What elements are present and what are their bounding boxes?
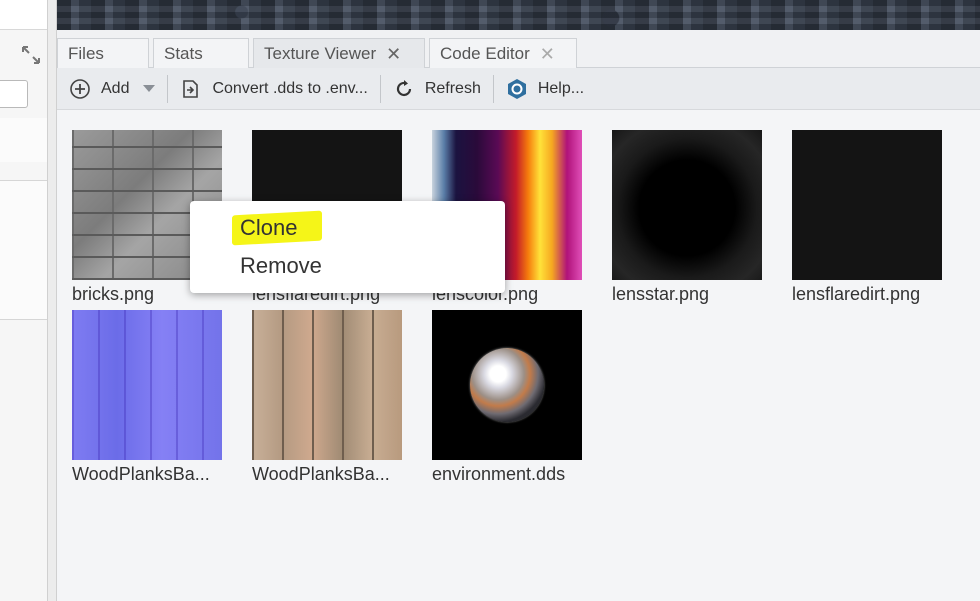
close-icon[interactable]: ✕ — [386, 45, 401, 63]
left-panel-section — [0, 180, 47, 320]
tab-label: Code Editor — [440, 43, 530, 63]
texture-tile[interactable]: lensstar.png — [612, 130, 772, 305]
app-window: Files Stats Texture Viewer ✕ Code Editor… — [0, 0, 980, 601]
menu-item-clone[interactable]: Clone — [190, 209, 505, 247]
context-menu: Clone Remove — [190, 201, 505, 293]
texture-name: lensstar.png — [612, 284, 710, 304]
panel-splitter[interactable] — [48, 0, 57, 601]
refresh-button[interactable]: Refresh — [381, 68, 493, 110]
toolbar: Add Convert .dds to .env... Refresh Help… — [57, 68, 980, 110]
plus-circle-icon — [70, 78, 90, 99]
environment-sphere — [470, 348, 544, 422]
add-label: Add — [101, 79, 130, 97]
refresh-label: Refresh — [424, 79, 481, 97]
texture-thumbnail[interactable] — [432, 310, 582, 460]
texture-thumbnail[interactable] — [792, 130, 942, 280]
left-panel-input[interactable] — [0, 80, 28, 108]
add-button[interactable]: Add — [57, 68, 167, 110]
texture-tile[interactable]: WoodPlanksBa... — [72, 310, 232, 485]
texture-grid: bricks.png lensflaredirt.png lenscolor.p… — [57, 110, 980, 601]
tab-label: Texture Viewer — [264, 43, 377, 63]
texture-tile[interactable]: lensflaredirt.png — [792, 130, 952, 305]
help-logo-icon — [507, 78, 526, 99]
texture-thumbnail[interactable] — [612, 130, 762, 280]
texture-thumbnail[interactable] — [252, 310, 402, 460]
texture-thumbnail[interactable] — [72, 310, 222, 460]
menu-item-label: Clone — [240, 215, 298, 240]
tab-files[interactable]: Files — [57, 38, 149, 68]
tab-code-editor[interactable]: Code Editor ✕ — [429, 38, 577, 68]
chevron-down-icon[interactable] — [143, 85, 156, 92]
tab-bar: Files Stats Texture Viewer ✕ Code Editor… — [57, 30, 980, 68]
tab-label: Stats — [164, 43, 203, 63]
refresh-icon — [396, 79, 411, 96]
texture-tile[interactable]: WoodPlanksBa... — [252, 310, 412, 485]
convert-file-icon — [183, 79, 199, 98]
left-panel-block — [0, 118, 47, 162]
texture-tile[interactable]: environment.dds — [432, 310, 592, 485]
help-label: Help... — [537, 79, 585, 97]
texture-name: WoodPlanksBa... — [252, 464, 390, 484]
tab-texture-viewer[interactable]: Texture Viewer ✕ — [253, 38, 425, 68]
menu-item-label: Remove — [240, 253, 322, 278]
tab-stats[interactable]: Stats — [153, 38, 249, 68]
convert-button[interactable]: Convert .dds to .env... — [168, 68, 379, 110]
menu-item-remove[interactable]: Remove — [190, 247, 505, 285]
viewport-preview — [57, 0, 980, 30]
left-panel-header — [0, 0, 47, 30]
texture-name: environment.dds — [432, 464, 566, 484]
expand-arrows-icon[interactable] — [20, 44, 42, 66]
close-icon[interactable]: ✕ — [540, 45, 555, 63]
tab-label: Files — [68, 43, 104, 63]
texture-name: lensflaredirt.png — [792, 284, 921, 304]
left-panel — [0, 0, 48, 601]
convert-label: Convert .dds to .env... — [212, 79, 368, 97]
texture-name: WoodPlanksBa... — [72, 464, 210, 484]
help-button[interactable]: Help... — [494, 68, 596, 110]
